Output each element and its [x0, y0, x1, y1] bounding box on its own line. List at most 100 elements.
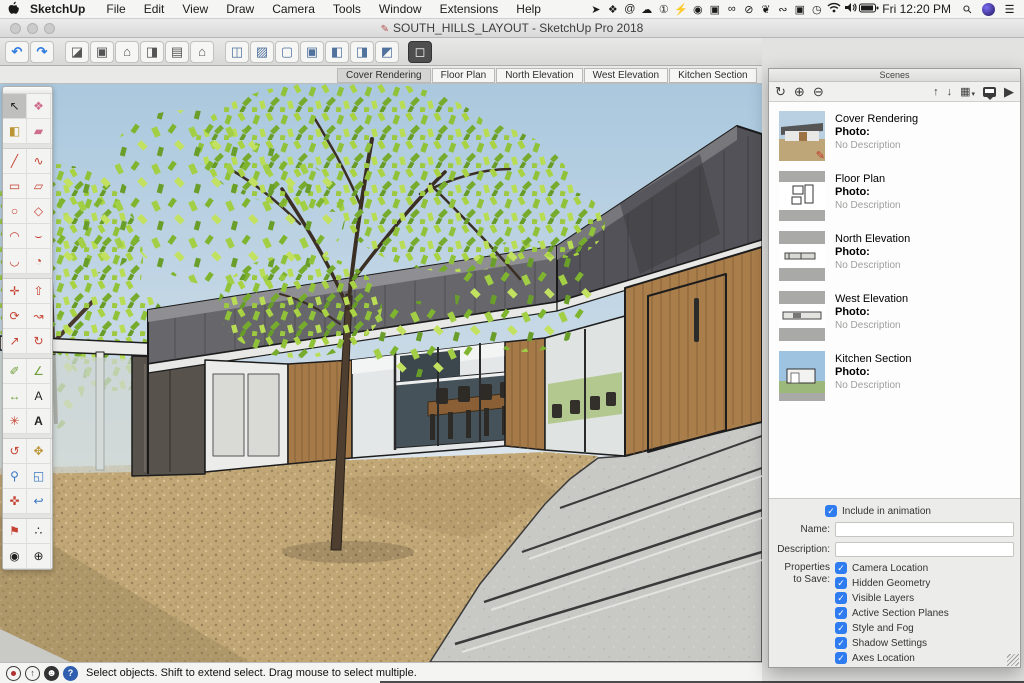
active-section-planes-checkbox[interactable]: ✓ [835, 607, 847, 619]
style-xray-button[interactable]: ◫ [225, 40, 249, 63]
position-camera-tool[interactable]: ⚑ [3, 519, 27, 544]
orbit-tool[interactable]: ↺ [3, 439, 27, 464]
face-style-active-button[interactable]: ◻ [408, 40, 432, 63]
tab-west-elevation[interactable]: West Elevation [583, 68, 669, 83]
style-hidden-line-button[interactable]: ▣ [300, 40, 324, 63]
battery-icon[interactable] [859, 3, 879, 16]
geolocation-icon[interactable] [6, 665, 21, 681]
view-front-button[interactable]: ⌂ [115, 40, 139, 63]
style-and-fog-checkbox[interactable]: ✓ [835, 622, 847, 634]
style-textured-button[interactable]: ◨ [350, 40, 374, 63]
scene-item-kitchen-section[interactable]: Kitchen Section Photo: No Description [769, 346, 1020, 406]
menu-file[interactable]: File [106, 2, 125, 16]
alert-circle-icon[interactable]: ① [655, 3, 672, 16]
move-scene-up-button[interactable]: ↑ [933, 86, 939, 98]
screen-record-icon[interactable]: ▣ [791, 3, 808, 16]
menu-window[interactable]: Window [379, 2, 422, 16]
polygon-tool[interactable]: ◇ [27, 199, 51, 224]
notification-center-icon[interactable]: ☰ [1001, 3, 1018, 16]
view-right-button[interactable]: ◨ [140, 40, 164, 63]
select-tool[interactable]: ↖ [3, 94, 27, 119]
tape-measure-tool[interactable]: ✐ [3, 359, 27, 384]
style-back-edges-button[interactable]: ▨ [250, 40, 274, 63]
3d-text-tool[interactable]: A [27, 409, 51, 434]
add-scene-button[interactable]: ⊕ [794, 84, 805, 100]
menu-edit[interactable]: Edit [144, 2, 165, 16]
volume-icon[interactable] [842, 2, 859, 16]
tab-kitchen-section[interactable]: Kitchen Section [669, 68, 757, 83]
wifi-icon[interactable] [825, 2, 842, 16]
axes-location-checkbox[interactable]: ✓ [835, 652, 847, 664]
update-scene-button[interactable]: ↻ [775, 84, 786, 100]
protractor-tool[interactable]: ∠ [27, 359, 51, 384]
account-icon[interactable]: ☻ [44, 665, 59, 681]
view-iso-button[interactable]: ◪ [65, 40, 89, 63]
bell-icon[interactable]: ◉ [689, 3, 706, 16]
zoom-window-tool[interactable]: ◱ [27, 464, 51, 489]
siri-icon[interactable] [982, 2, 995, 16]
undo-button[interactable]: ↶ [5, 40, 29, 63]
two-point-arc-tool[interactable]: ⌣ [27, 224, 51, 249]
circle-tool[interactable]: ○ [3, 199, 27, 224]
scene-item-north-elevation[interactable]: North Elevation Photo: No Description [769, 226, 1020, 286]
visible-layers-checkbox[interactable]: ✓ [835, 592, 847, 604]
claim-credit-icon[interactable]: ↑ [25, 665, 40, 681]
apple-menu[interactable] [0, 1, 26, 18]
evernote-icon[interactable]: ❦ [757, 3, 774, 16]
camtasia-icon[interactable]: ▣ [706, 3, 723, 16]
follow-me-tool[interactable]: ↝ [27, 304, 51, 329]
zoom-extents-tool[interactable]: ✜ [3, 489, 27, 514]
at-symbol-icon[interactable]: @ [621, 3, 638, 15]
view-options-button[interactable]: ▦ ▾ [960, 85, 975, 98]
menu-help[interactable]: Help [516, 2, 541, 16]
style-wireframe-button[interactable]: ▢ [275, 40, 299, 63]
rotate-tool[interactable]: ⟳ [3, 304, 27, 329]
redo-button[interactable]: ↷ [30, 40, 54, 63]
previous-view-tool[interactable]: ↩ [27, 489, 51, 514]
style-shaded-button[interactable]: ◧ [325, 40, 349, 63]
scene-name-input[interactable] [835, 522, 1014, 537]
freehand-tool[interactable]: ∿ [27, 149, 51, 174]
view-back-button[interactable]: ▤ [165, 40, 189, 63]
look-around-tool[interactable]: ◉ [3, 544, 27, 569]
help-icon[interactable]: ? [63, 665, 78, 681]
line-tool[interactable]: ╱ [3, 149, 27, 174]
tab-floor-plan[interactable]: Floor Plan [431, 68, 496, 83]
arc-tool[interactable]: ◠ [3, 224, 27, 249]
style-monochrome-button[interactable]: ◩ [375, 40, 399, 63]
menu-clock[interactable]: Fri 12:20 PM [882, 2, 951, 16]
palette-drag-handle[interactable] [3, 87, 52, 94]
glasses-icon[interactable]: ∾ [774, 3, 791, 16]
push-pull-tool[interactable]: ⇧ [27, 279, 51, 304]
rotated-rectangle-tool[interactable]: ▱ [27, 174, 51, 199]
move-tool[interactable]: ✛ [3, 279, 27, 304]
section-plane-tool[interactable]: ⊕ [27, 544, 51, 569]
pan-tool[interactable]: ✥ [27, 439, 51, 464]
move-scene-down-button[interactable]: ↓ [947, 86, 953, 98]
location-icon[interactable]: ➤ [587, 3, 604, 16]
hide-details-button[interactable]: ▶ [1004, 84, 1014, 100]
menu-tools[interactable]: Tools [333, 2, 361, 16]
do-not-disturb-icon[interactable]: ⊘ [740, 3, 757, 16]
pie-tool[interactable]: ◔ [27, 249, 51, 274]
dropbox-icon[interactable]: ❖ [604, 3, 621, 16]
hidden-geometry-checkbox[interactable]: ✓ [835, 577, 847, 589]
scene-item-west-elevation[interactable]: West Elevation Photo: No Description [769, 286, 1020, 346]
paint-bucket-tool[interactable]: ◧ [3, 119, 27, 144]
three-point-arc-tool[interactable]: ◡ [3, 249, 27, 274]
menu-camera[interactable]: Camera [272, 2, 315, 16]
offset-tool[interactable]: ↻ [27, 329, 51, 354]
include-animation-checkbox[interactable]: ✓ [825, 505, 837, 517]
tab-north-elevation[interactable]: North Elevation [496, 68, 583, 83]
shadow-settings-checkbox[interactable]: ✓ [835, 637, 847, 649]
menu-draw[interactable]: Draw [226, 2, 254, 16]
cloud-sync-icon[interactable]: ☁ [638, 3, 655, 16]
view-top-button[interactable]: ▣ [90, 40, 114, 63]
axes-tool[interactable]: ✳ [3, 409, 27, 434]
model-viewport[interactable] [0, 80, 763, 663]
remove-scene-button[interactable]: ⊖ [813, 84, 824, 100]
scene-item-floor-plan[interactable]: Floor Plan Photo: No Description [769, 166, 1020, 226]
walk-tool[interactable]: ∴ [27, 519, 51, 544]
view-left-button[interactable]: ⌂ [190, 40, 214, 63]
make-component-tool[interactable]: ❖ [27, 94, 51, 119]
